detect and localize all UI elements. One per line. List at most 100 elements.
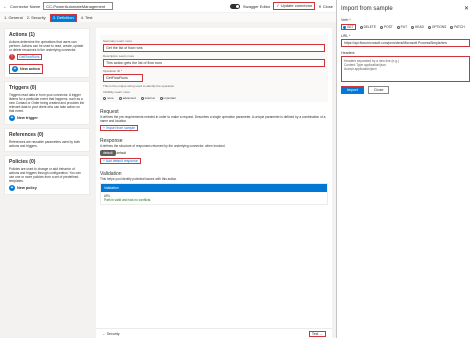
- validation-title: Validation: [100, 171, 122, 177]
- connector-name-input[interactable]: CC-PowerAutomateManagement: [43, 2, 114, 10]
- description-input[interactable]: This action gets the list of flow runs: [103, 59, 325, 67]
- url-label: URL *: [341, 34, 351, 38]
- visibility-internal[interactable]: internal: [140, 96, 155, 100]
- back-security-button[interactable]: ← Security: [102, 332, 120, 336]
- references-title: References (0): [9, 132, 44, 138]
- visibility-label: Visibility Learn more: [103, 90, 130, 94]
- plus-icon: +: [9, 115, 15, 121]
- visibility-internal-label: internal: [144, 96, 155, 100]
- verb-radios: GET DELETE POST PUT HEAD OPTIONS PATCH: [341, 24, 470, 30]
- definition-sidebar: Actions (1) Actions determine the operat…: [4, 28, 90, 198]
- general-section: Summary Learn more Get the list of flow …: [100, 35, 328, 102]
- back-arrow-icon[interactable]: ←: [3, 4, 7, 9]
- add-default-response-link[interactable]: + Add default response: [100, 158, 141, 164]
- verb-options[interactable]: OPTIONS: [427, 25, 447, 29]
- action-editor: Summary Learn more Get the list of flow …: [96, 28, 332, 338]
- response-section: Response It defines the structure of res…: [100, 139, 328, 164]
- validation-desc: This helps you identify potential issues…: [100, 177, 178, 181]
- verb-get-label: GET: [347, 25, 354, 29]
- headers-textarea[interactable]: Headers separated by a new line (e.g.) C…: [341, 56, 470, 82]
- import-button[interactable]: Import: [341, 86, 364, 94]
- verb-put[interactable]: PUT: [396, 25, 407, 29]
- panel-close-button[interactable]: Close: [367, 86, 390, 94]
- step-security[interactable]: 2. Security: [27, 15, 46, 20]
- request-desc: It defines the pre-requirements needed i…: [100, 115, 326, 123]
- validation-header: Validation: [101, 184, 327, 192]
- next-test-button[interactable]: Test →: [308, 330, 326, 337]
- panel-title: Import from sample: [341, 6, 393, 12]
- validation-box: Validation URL Path is valid and has no …: [100, 183, 328, 205]
- visibility-none[interactable]: none: [103, 96, 114, 100]
- visibility-advanced[interactable]: advanced: [118, 96, 136, 100]
- new-trigger-button[interactable]: + New trigger: [9, 115, 85, 121]
- new-action-label: New action: [20, 67, 41, 71]
- operation-id-hint: This is the unique string used to identi…: [103, 84, 175, 88]
- update-connector-button[interactable]: ✓ Update connector: [273, 2, 316, 10]
- close-button[interactable]: ✕ Close: [318, 4, 333, 9]
- import-sample-panel: ✕ Import from sample Verb * GET DELETE P…: [336, 0, 474, 338]
- default-response-badge[interactable]: default: [100, 150, 116, 156]
- custom-connector-page: ← Connector Name CC-PowerAutomateManagem…: [0, 0, 474, 338]
- radio-icon: [427, 25, 431, 29]
- visibility-none-label: none: [107, 96, 114, 100]
- policies-desc: Policies are used to change or add behav…: [9, 167, 81, 183]
- references-card: References (0) References are reusable p…: [4, 128, 90, 152]
- verb-head[interactable]: HEAD: [411, 25, 424, 29]
- step-general[interactable]: 1. General: [4, 15, 23, 20]
- triggers-title: Triggers (0): [9, 85, 37, 91]
- description-label: Description Learn more: [103, 54, 135, 58]
- top-bar: ← Connector Name CC-PowerAutomateManagem…: [0, 0, 336, 12]
- radio-icon: [396, 25, 400, 29]
- radio-icon: [359, 25, 363, 29]
- radio-icon: [118, 96, 122, 100]
- action-icon: !: [9, 54, 15, 60]
- plus-icon: +: [12, 66, 18, 72]
- visibility-important-label: important: [163, 96, 177, 100]
- swagger-toggle[interactable]: [229, 3, 240, 9]
- policies-card: Policies (0) Policies are used to change…: [4, 155, 90, 195]
- response-row: default default: [100, 150, 328, 156]
- verb-get[interactable]: GET: [341, 24, 356, 30]
- plus-icon: +: [9, 185, 15, 191]
- summary-label: Summary Learn more: [103, 39, 133, 43]
- actions-title: Actions (1): [9, 32, 35, 38]
- new-policy-button[interactable]: + New policy: [9, 185, 85, 191]
- visibility-important[interactable]: important: [159, 96, 177, 100]
- url-input[interactable]: https://api.flow.microsoft.com/providers…: [341, 39, 470, 47]
- verb-post[interactable]: POST: [379, 25, 393, 29]
- verb-delete[interactable]: DELETE: [359, 25, 376, 29]
- new-action-button[interactable]: + New action: [9, 64, 44, 74]
- radio-icon: [103, 96, 106, 100]
- references-desc: References are reusable parameters used …: [9, 140, 81, 148]
- operation-id-label: Operation ID *: [103, 69, 123, 73]
- triggers-desc: Triggers read data in from your connecto…: [9, 93, 85, 113]
- wizard-steps: 1. General 2. Security 3. Definition 4. …: [0, 13, 336, 22]
- radio-icon: [450, 25, 454, 29]
- action-item-label: GetFlowRuns: [17, 54, 42, 60]
- request-title: Request: [100, 109, 119, 115]
- panel-buttons: Import Close: [341, 86, 470, 94]
- operation-id-input[interactable]: GetFlowRuns: [103, 74, 143, 82]
- response-desc: It defines the structure of responses re…: [100, 144, 226, 148]
- verb-options-label: OPTIONS: [431, 25, 447, 29]
- policies-title: Policies (0): [9, 159, 36, 165]
- step-definition[interactable]: 3. Definition: [49, 13, 77, 22]
- actions-desc: Actions determine the operations that us…: [9, 40, 84, 52]
- request-section: Request It defines the pre-requirements …: [100, 110, 328, 131]
- verb-head-label: HEAD: [415, 25, 424, 29]
- editor-footer: ← Security Test →: [96, 328, 332, 338]
- validation-url-ok: Path is valid and has no conflicts.: [104, 198, 152, 202]
- close-icon[interactable]: ✕: [464, 5, 469, 12]
- action-item[interactable]: ! GetFlowRuns: [9, 54, 85, 60]
- summary-input[interactable]: Get the list of flow runs: [103, 44, 325, 52]
- verb-patch-label: PATCH: [454, 25, 465, 29]
- radio-icon: [343, 25, 346, 29]
- swagger-label: Swagger Editor: [242, 3, 271, 9]
- validation-section: Validation This helps you identify poten…: [100, 172, 328, 205]
- import-from-sample-link[interactable]: + Import from sample: [100, 125, 139, 131]
- step-test[interactable]: 4. Test: [81, 15, 93, 20]
- validation-body: URL Path is valid and has no conflicts.: [101, 192, 327, 204]
- connector-name-label: Connector Name: [10, 3, 41, 9]
- verb-patch[interactable]: PATCH: [450, 25, 465, 29]
- visibility-radios: none advanced internal important: [103, 96, 325, 100]
